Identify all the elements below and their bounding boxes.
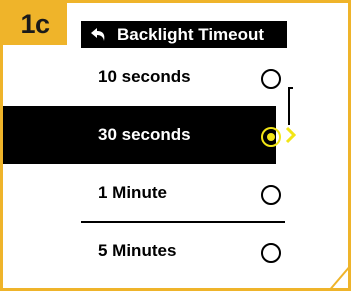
radio-button-icon[interactable] [261, 69, 281, 89]
option-30-seconds[interactable]: 30 seconds [3, 106, 297, 164]
option-label: 1 Minute [98, 183, 167, 202]
scroll-indicator [288, 87, 293, 125]
radio-dot [267, 133, 275, 141]
menu-divider [81, 221, 285, 223]
option-1-minute[interactable]: 1 Minute [81, 164, 287, 222]
radio-button-selected-icon[interactable] [261, 127, 281, 147]
radio-button-icon[interactable] [261, 185, 281, 205]
option-5-minutes[interactable]: 5 Minutes [81, 222, 287, 280]
menu-title-bar[interactable]: Backlight Timeout [81, 21, 287, 48]
chevron-right-icon [285, 126, 297, 144]
instruction-frame: 1c Backlight Timeout 10 seconds 30 secon… [0, 0, 351, 291]
option-label: 30 seconds [98, 125, 191, 144]
menu-title: Backlight Timeout [117, 24, 265, 44]
option-label: 10 seconds [98, 67, 191, 86]
option-label: 5 Minutes [98, 241, 177, 260]
radio-button-icon[interactable] [261, 243, 281, 263]
step-badge: 1c [3, 3, 67, 45]
backlight-timeout-options: 10 seconds 30 seconds 1 Minute 5 Minutes [3, 48, 297, 280]
option-10-seconds[interactable]: 10 seconds [81, 48, 287, 106]
back-arrow-icon[interactable] [89, 26, 111, 44]
